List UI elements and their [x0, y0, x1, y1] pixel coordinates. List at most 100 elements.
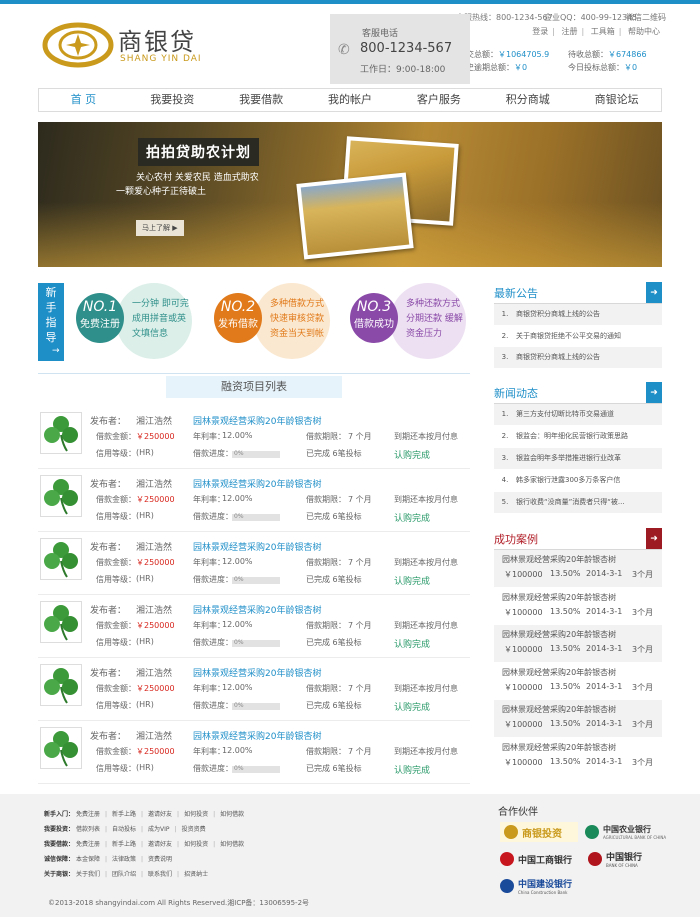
clover-icon[interactable] — [40, 664, 82, 706]
logo[interactable]: 商银贷 SHANG YIN DAI — [42, 22, 222, 74]
case-rate: 13.50% — [550, 719, 581, 728]
notices-more-icon[interactable]: ➜ — [646, 282, 662, 304]
footer-link[interactable]: 新手上路 — [112, 811, 136, 818]
footer-link[interactable]: 法律政策 — [112, 856, 136, 863]
case-item[interactable]: 园林景观经营采购20年龄银杏树 ￥100000 13.50% 2014-3-1 3个月 — [494, 663, 662, 700]
partner-logo-icbc[interactable]: 中国工商银行 — [500, 849, 572, 869]
case-term: 3个月 — [632, 570, 654, 579]
guide-step-3[interactable]: NO.3 借款成功 多种还款方式分期还款 缓解资金压力 — [350, 283, 470, 359]
news-item[interactable]: 4. 韩多家银行泄露300多万条客户信 — [494, 470, 662, 491]
banner-learn-more-button[interactable]: 马上了解 ▶ — [136, 220, 184, 236]
login-link[interactable]: 登录 — [532, 27, 548, 36]
footer-link[interactable]: 如何投资 — [184, 811, 208, 818]
loan-title-link[interactable]: 园林景观经营采购20年龄银杏树 — [193, 729, 321, 742]
notice-item[interactable]: 3. 商银贷积分商城上线的公告 — [494, 347, 662, 368]
footer-link[interactable]: 联系我们 — [148, 871, 172, 878]
case-item[interactable]: 园林景观经营采购20年龄银杏树 ￥100000 13.50% 2014-3-1 3个月 — [494, 550, 662, 587]
nav-account[interactable]: 我的帐户 — [306, 89, 395, 111]
loan-title-link[interactable]: 园林景观经营采购20年龄银杏树 — [193, 540, 321, 553]
footer-link[interactable]: 资费说明 — [148, 856, 172, 863]
guide-step-2[interactable]: NO.2 发布借款 多种借款方式快速审核贷款 资金当天到帐 — [214, 283, 334, 359]
loan-row: 发布者： 湘江浩然 园林景观经营采购20年龄银杏树 借款金额： ￥250000 年利率： 1… — [38, 658, 470, 721]
wechat-link[interactable]: 微信二维码 — [626, 12, 666, 23]
partner-logo-shangyin[interactable]: 商银投资 — [500, 822, 578, 842]
footer-link[interactable]: 自动投标 — [112, 826, 136, 833]
case-title[interactable]: 园林景观经营采购20年龄银杏树 — [502, 592, 616, 603]
footer-link[interactable]: 借款列表 — [76, 826, 100, 833]
footer-link-row: 关于商银： 关于我们 | 团队介绍 | 联系我们 | 招贤纳士 — [44, 871, 209, 878]
footer-link[interactable]: 成为VIP — [148, 826, 170, 833]
footer-link[interactable]: 邀请好友 — [148, 841, 172, 848]
subscription-status[interactable]: 认购完成 — [394, 637, 430, 650]
nav-forum[interactable]: 商银论坛 — [572, 89, 661, 111]
partner-logo-abc[interactable]: 中国农业银行 AGRICULTURAL BANK OF CHINA — [585, 822, 666, 842]
loan-title-link[interactable]: 园林景观经营采购20年龄银杏树 — [193, 603, 321, 616]
footer-link[interactable]: 邀请好友 — [148, 811, 172, 818]
case-title[interactable]: 园林景观经营采购20年龄银杏树 — [502, 704, 616, 715]
footer-link[interactable]: 新手上路 — [112, 841, 136, 848]
nav-points-mall[interactable]: 积分商城 — [483, 89, 572, 111]
clover-icon[interactable] — [40, 601, 82, 643]
clover-icon[interactable] — [40, 727, 82, 769]
nav-service[interactable]: 客户服务 — [394, 89, 483, 111]
footer-link[interactable]: 招贤纳士 — [184, 871, 208, 878]
loan-title-link[interactable]: 园林景观经营采购20年龄银杏树 — [193, 666, 321, 679]
news-item[interactable]: 3. 银监会明年多举措推进银行业改革 — [494, 448, 662, 469]
loan-amount: ￥250000 — [136, 432, 175, 441]
subscription-status[interactable]: 认购完成 — [394, 574, 430, 587]
hero-banner[interactable]: 拍拍贷助农计划 关心农村 关爱农民 造血式助农 一颗爱心种子正待破土 马上了解 … — [38, 122, 662, 267]
news-item[interactable]: 2. 银监会：明年细化民营银行政策思路 — [494, 426, 662, 447]
footer-link[interactable]: 免费注册 — [76, 811, 100, 818]
toolbox-link[interactable]: 工具箱 — [591, 27, 615, 36]
guide-step-1[interactable]: NO.1 免费注册 一分钟 即可完成用拼音或英文填信息 — [76, 283, 196, 359]
bids-done: 已完成 6笔投标 — [306, 764, 362, 773]
clover-icon[interactable] — [40, 475, 82, 517]
news-more-icon[interactable]: ➜ — [646, 382, 662, 404]
subscription-status[interactable]: 认购完成 — [394, 448, 430, 461]
footer-link[interactable]: 本金保障 — [76, 856, 100, 863]
case-amount: ￥100000 — [504, 720, 543, 729]
publisher-label: 发布者： — [90, 543, 127, 553]
news-item[interactable]: 5. 银行收费“没商量”消费者只得“被... — [494, 492, 662, 513]
loan-rate: 12.00% — [222, 683, 253, 692]
partner-logo-boc[interactable]: 中国银行 BANK OF CHINA — [588, 849, 642, 869]
nav-home[interactable]: 首 页 — [39, 89, 128, 111]
nav-borrow[interactable]: 我要借款 — [217, 89, 306, 111]
case-title[interactable]: 园林景观经营采购20年龄银杏树 — [502, 742, 616, 753]
clover-icon[interactable] — [40, 412, 82, 454]
case-item[interactable]: 园林景观经营采购20年龄银杏树 ￥100000 13.50% 2014-3-1 3个月 — [494, 700, 662, 737]
register-link[interactable]: 注册 — [562, 27, 578, 36]
news-item[interactable]: 1. 第三方支付切断比特币交易通道 — [494, 404, 662, 425]
case-title[interactable]: 园林景观经营采购20年龄银杏树 — [502, 554, 616, 565]
subscription-status[interactable]: 认购完成 — [394, 511, 430, 524]
footer-link[interactable]: 免费注册 — [76, 841, 100, 848]
step-2-desc: 多种借款方式快速审核贷款 资金当天到帐 — [270, 299, 325, 339]
footer-link[interactable]: 团队介绍 — [112, 871, 136, 878]
loan-title-link[interactable]: 园林景观经营采购20年龄银杏树 — [193, 477, 321, 490]
bids-done: 已完成 6笔投标 — [306, 638, 362, 647]
footer-link[interactable]: 如何借款 — [220, 841, 244, 848]
case-item[interactable]: 园林景观经营采购20年龄银杏树 ￥100000 13.50% 2014-3-1 3个月 — [494, 588, 662, 625]
nav-invest[interactable]: 我要投资 — [128, 89, 217, 111]
case-title[interactable]: 园林景观经营采购20年龄银杏树 — [502, 629, 616, 640]
beginner-guide-tab[interactable]: 新手指导 — [38, 283, 64, 361]
case-title[interactable]: 园林景观经营采购20年龄银杏树 — [502, 667, 616, 678]
repay-method: 到期还本按月付息 — [394, 495, 458, 504]
banner-title: 拍拍贷助农计划 — [138, 138, 259, 166]
notice-item[interactable]: 1. 商银贷积分商城上线的公告 — [494, 304, 662, 325]
notice-item[interactable]: 2. 关于商银贷拒绝不公平交易的通知 — [494, 326, 662, 347]
case-item[interactable]: 园林景观经营采购20年龄银杏树 ￥100000 13.50% 2014-3-1 3个月 — [494, 625, 662, 662]
clover-icon[interactable] — [40, 538, 82, 580]
footer-link[interactable]: 投资资费 — [182, 826, 206, 833]
footer-link[interactable]: 如何借款 — [220, 811, 244, 818]
loan-term: 7 个月 — [348, 558, 372, 567]
subscription-status[interactable]: 认购完成 — [394, 700, 430, 713]
footer-link[interactable]: 关于我们 — [76, 871, 100, 878]
subscription-status[interactable]: 认购完成 — [394, 763, 430, 776]
case-item[interactable]: 园林景观经营采购20年龄银杏树 ￥100000 13.50% 2014-3-1 3个月 — [494, 738, 662, 775]
cases-more-icon[interactable]: ➜ — [646, 528, 662, 550]
loan-title-link[interactable]: 园林景观经营采购20年龄银杏树 — [193, 414, 321, 427]
partner-logo-ccb[interactable]: 中国建设银行 China Construction Bank — [500, 876, 572, 896]
help-link[interactable]: 帮助中心 — [628, 27, 660, 36]
footer-link[interactable]: 如何投资 — [184, 841, 208, 848]
